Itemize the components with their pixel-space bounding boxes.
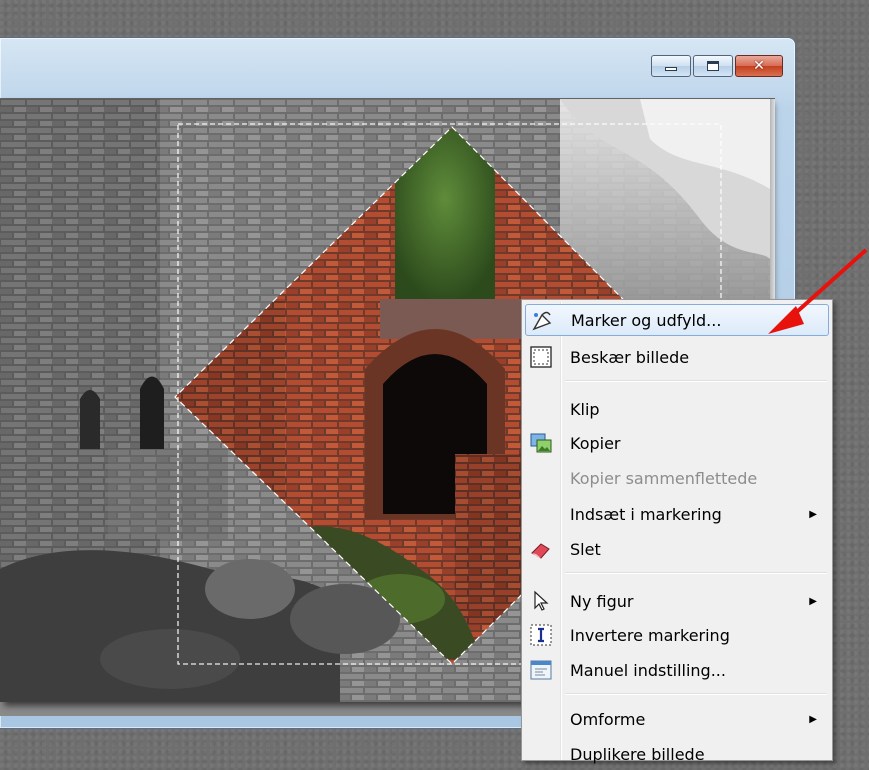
title-bar[interactable]: ✕ [0,38,795,98]
copy-image-icon [528,431,554,455]
magic-fill-icon [529,309,555,333]
close-icon: ✕ [753,58,765,74]
menu-item-omforme[interactable]: Omforme ▶ [525,703,829,735]
menu-item-ny-figur[interactable]: Ny figur ▶ [525,585,829,617]
menu-item-klip[interactable]: Klip [525,393,829,425]
menu-item-label: Manuel indstilling... [570,660,726,680]
menu-item-label: Marker og udfyld... [571,310,722,330]
pointer-icon [528,589,554,613]
menu-item-label: Ny figur [570,591,634,611]
menu-item-invertere-markering[interactable]: Invertere markering [525,619,829,651]
menu-item-label: Slet [570,539,601,559]
menu-item-label: Kopier sammenflettede [570,468,758,488]
menu-item-label: Indsæt i markering [570,504,722,524]
menu-item-marker-og-udfyld[interactable]: Marker og udfyld... [525,304,829,336]
menu-item-label: Klip [570,399,600,419]
menu-item-manuel-indstilling[interactable]: Manuel indstilling... [525,654,829,686]
menu-item-kopier[interactable]: Kopier [525,427,829,459]
minimize-icon [665,67,677,71]
menu-item-slet[interactable]: Slet [525,533,829,565]
menu-item-label: Omforme [570,709,646,729]
maximize-icon [707,61,719,71]
menu-item-label: Beskær billede [570,347,690,367]
submenu-arrow-icon: ▶ [809,508,817,520]
maximize-button[interactable] [693,55,733,77]
menu-item-indsaet-i-markering[interactable]: Indsæt i markering ▶ [525,498,829,530]
menu-item-beskaer-billede[interactable]: Beskær billede [525,341,829,373]
submenu-arrow-icon: ▶ [809,713,817,725]
submenu-arrow-icon: ▶ [809,595,817,607]
menu-item-label: Kopier [570,433,621,453]
eraser-icon [528,537,554,561]
settings-window-icon [528,658,554,682]
close-button[interactable]: ✕ [735,55,783,77]
menu-item-kopier-sammenflettede[interactable]: Kopier sammenflettede [525,462,829,494]
invert-selection-icon [528,623,554,647]
window-controls: ✕ [651,55,783,77]
context-menu: Marker og udfyld... Beskær billede Klip … [521,299,833,764]
menu-item-label: Invertere markering [570,625,730,645]
menu-separator [565,380,827,382]
crop-icon [528,345,554,369]
menu-separator [565,693,827,695]
menu-separator [565,572,827,574]
minimize-button[interactable] [651,55,691,77]
menu-item-duplikere-billede[interactable]: Duplikere billede [525,738,829,770]
